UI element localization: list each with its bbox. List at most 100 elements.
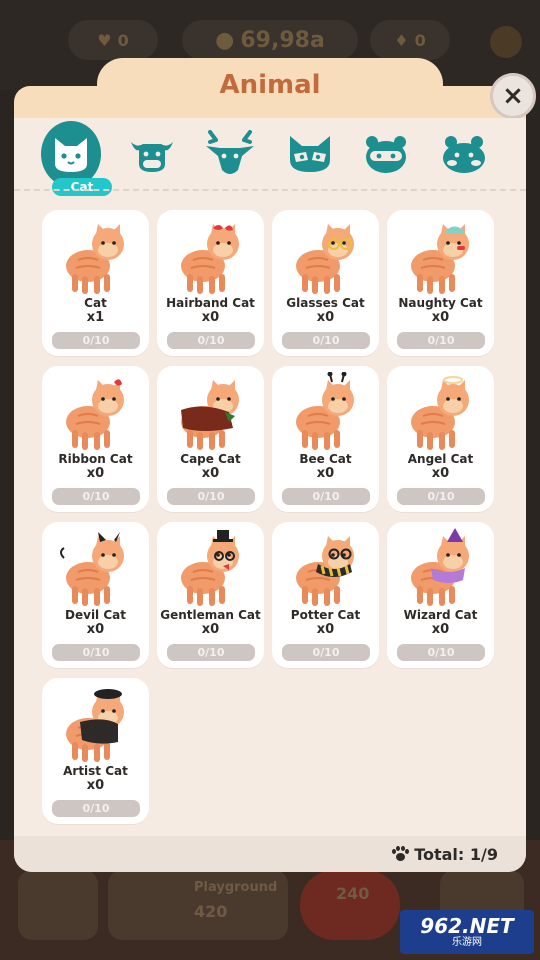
cat-figure-icon xyxy=(296,372,354,450)
animal-card-count: x0 xyxy=(201,310,220,325)
progress-text: 0/10 xyxy=(312,334,340,347)
cat-figure-icon xyxy=(66,379,124,450)
cat-figure-icon xyxy=(411,224,469,294)
animal-card[interactable]: Ribbon Cat x0 0/10 xyxy=(42,366,149,512)
animal-card-name: Wizard Cat xyxy=(403,608,478,622)
animal-card-progress-bar: 0/10 xyxy=(167,644,255,661)
animal-card-name: Bee Cat xyxy=(299,452,352,466)
coins-value: 69,98a xyxy=(240,27,325,53)
settings-gear-icon xyxy=(490,26,522,58)
animal-card-name: Potter Cat xyxy=(290,608,361,622)
animal-card[interactable]: Hairband Cat x0 0/10 xyxy=(157,210,264,356)
cat-figure-icon xyxy=(296,224,354,294)
deer-face-icon xyxy=(206,130,254,174)
raccoon-face-icon xyxy=(290,136,330,172)
playground-value: 420 xyxy=(194,902,228,921)
animal-card[interactable]: Cape Cat x0 0/10 xyxy=(157,366,264,512)
animal-card-progress-bar: 0/10 xyxy=(282,488,370,505)
tab-hamster[interactable] xyxy=(434,124,494,184)
gem-icon: ♦ xyxy=(394,30,409,50)
animal-card-name: Artist Cat xyxy=(63,764,128,778)
hamster-face-icon xyxy=(443,136,485,173)
animal-card-count: x0 xyxy=(431,310,450,325)
animal-card-progress-bar: 0/10 xyxy=(52,644,140,661)
progress-text: 0/10 xyxy=(82,802,110,815)
hearts-value: 0 xyxy=(117,30,129,50)
watermark-logo: 962.NET 乐游网 xyxy=(400,910,534,954)
progress-text: 0/10 xyxy=(427,646,455,659)
animal-card-progress-bar: 0/10 xyxy=(282,332,370,349)
animal-card-name: Glasses Cat xyxy=(286,296,365,310)
animal-card-progress-bar: 0/10 xyxy=(52,332,140,349)
tab-deer[interactable] xyxy=(200,124,260,184)
animal-card-count: x0 xyxy=(86,466,105,481)
animal-card-count: x0 xyxy=(201,622,220,637)
progress-text: 0/10 xyxy=(197,334,225,347)
animal-card[interactable]: Bee Cat x0 0/10 xyxy=(272,366,379,512)
tab-tanuki[interactable] xyxy=(356,124,416,184)
watermark-subtext: 乐游网 xyxy=(452,937,482,948)
modal-title-tab: Animal xyxy=(97,58,443,120)
progress-text: 0/10 xyxy=(82,334,110,347)
animal-card[interactable]: Angel Cat x0 0/10 xyxy=(387,366,494,512)
animal-card-progress-bar: 0/10 xyxy=(282,644,370,661)
center-value: 240 xyxy=(336,884,370,903)
close-button[interactable]: × xyxy=(490,73,536,119)
progress-text: 0/10 xyxy=(197,490,225,503)
animal-card-progress-bar: 0/10 xyxy=(167,488,255,505)
heart-icon: ♥ xyxy=(97,30,112,50)
cat-figure-icon xyxy=(411,528,469,606)
animal-card-progress-bar: 0/10 xyxy=(167,332,255,349)
modal-title: Animal xyxy=(219,70,321,100)
animal-card[interactable]: Cat x1 0/10 xyxy=(42,210,149,356)
tab-cow[interactable] xyxy=(122,124,182,184)
animal-card-count: x0 xyxy=(316,310,335,325)
animal-card[interactable]: Gentleman Cat x0 0/10 xyxy=(157,522,264,668)
bottom-button-center xyxy=(300,870,400,940)
panel-footer: Total: 1/9 xyxy=(14,836,526,872)
cat-figure-icon xyxy=(411,376,469,450)
animal-card[interactable]: Artist Cat x0 0/10 xyxy=(42,678,149,824)
tab-cat[interactable] xyxy=(41,121,101,187)
paw-icon xyxy=(392,846,410,862)
gems-counter: ♦ 0 xyxy=(370,20,450,60)
animal-card[interactable]: Wizard Cat x0 0/10 xyxy=(387,522,494,668)
close-icon: × xyxy=(502,81,524,111)
progress-text: 0/10 xyxy=(427,334,455,347)
animal-card-name: Hairband Cat xyxy=(166,296,255,310)
watermark-text: 962.NET xyxy=(420,914,514,938)
cat-figure-icon xyxy=(181,224,239,294)
cat-figure-icon xyxy=(181,530,239,606)
progress-text: 0/10 xyxy=(312,490,340,503)
cat-figure-icon xyxy=(296,536,354,606)
progress-text: 0/10 xyxy=(197,646,225,659)
cat-figure-icon xyxy=(66,689,124,762)
animal-card-name: Devil Cat xyxy=(65,608,126,622)
animal-card[interactable]: Glasses Cat x0 0/10 xyxy=(272,210,379,356)
animal-card[interactable]: Potter Cat x0 0/10 xyxy=(272,522,379,668)
coin-icon: ● xyxy=(215,27,235,53)
hearts-counter: ♥ 0 xyxy=(68,20,158,60)
animal-panel: Cat Cat x1 0/10 Hairband Cat x0 0/10 Gla… xyxy=(14,118,526,872)
animal-card-name: Cape Cat xyxy=(180,452,241,466)
cat-face-icon xyxy=(55,138,87,172)
cat-figure-icon xyxy=(60,532,124,606)
playground-label: Playground xyxy=(194,880,278,895)
animal-card-count: x0 xyxy=(316,466,335,481)
animal-card-count: x0 xyxy=(431,466,450,481)
animal-card[interactable]: Naughty Cat x0 0/10 xyxy=(387,210,494,356)
gems-value: 0 xyxy=(414,30,426,50)
progress-text: 0/10 xyxy=(427,490,455,503)
animal-card-progress-bar: 0/10 xyxy=(397,488,485,505)
tab-raccoon[interactable] xyxy=(280,124,340,184)
tab-cat-label: Cat xyxy=(52,178,112,196)
total-count: Total: 1/9 xyxy=(414,844,498,864)
animal-card-name: Ribbon Cat xyxy=(58,452,133,466)
animal-card[interactable]: Devil Cat x0 0/10 xyxy=(42,522,149,668)
animal-card-progress-bar: 0/10 xyxy=(397,332,485,349)
animal-card-count: x0 xyxy=(431,622,450,637)
animal-card-name: Angel Cat xyxy=(407,452,474,466)
progress-text: 0/10 xyxy=(82,646,110,659)
progress-text: 0/10 xyxy=(82,490,110,503)
animal-card-count: x0 xyxy=(201,466,220,481)
